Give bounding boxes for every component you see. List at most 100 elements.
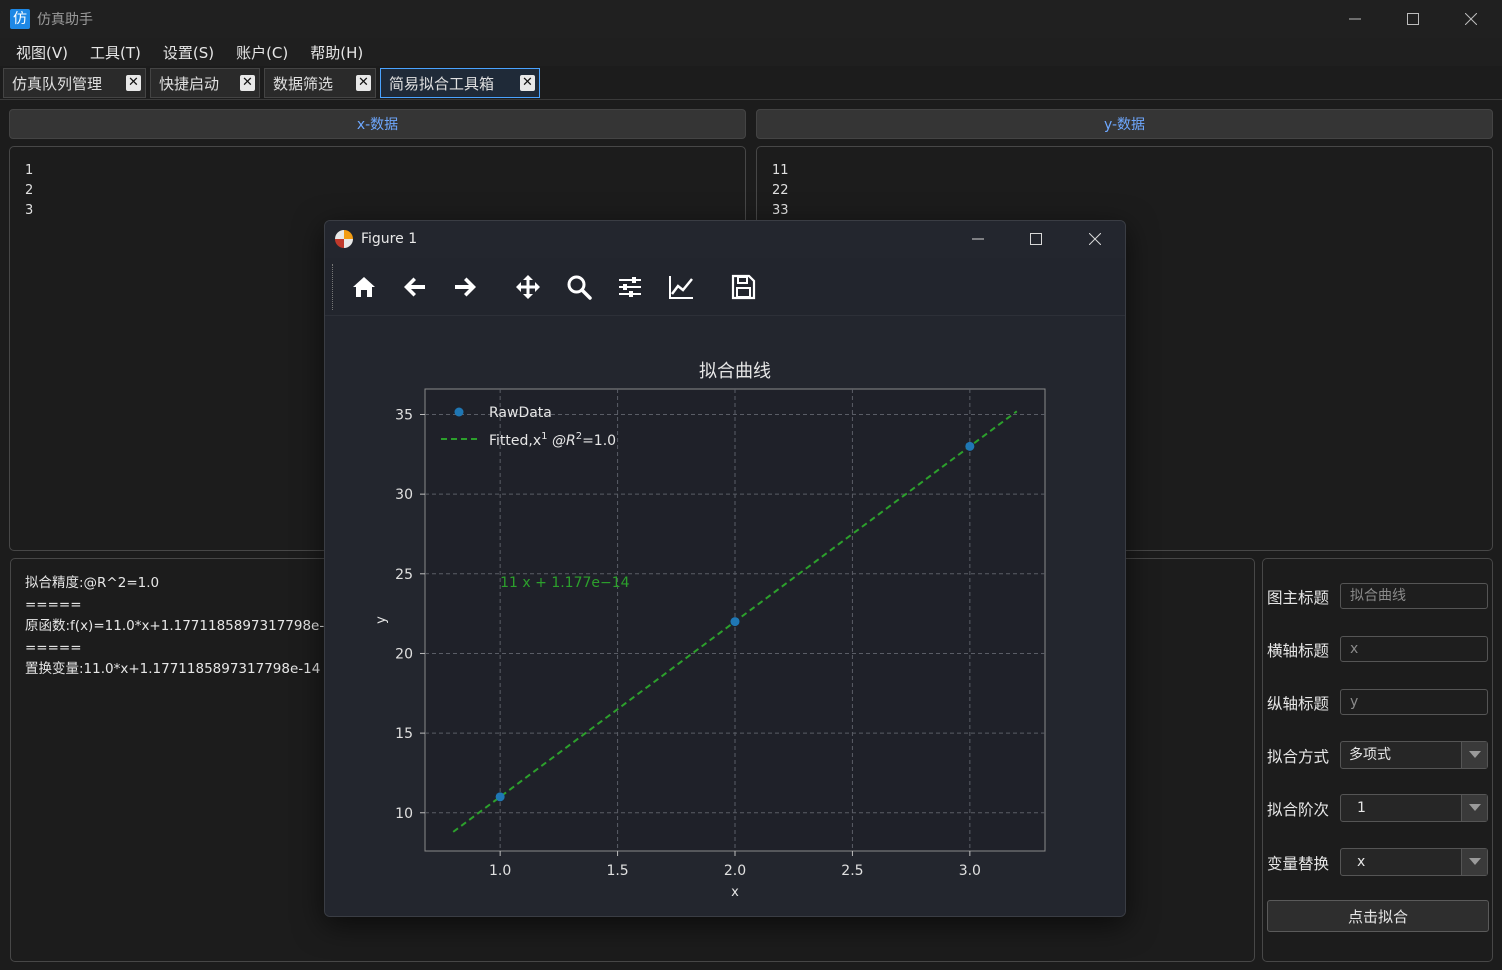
y-value: 22 <box>772 183 789 198</box>
y-tick-label: 30 <box>395 487 413 503</box>
tab-fitting-toolbox[interactable]: 简易拟合工具箱 ✕ <box>380 68 540 98</box>
fit-chart: 拟合曲线 1.0 1.5 2.0 2.5 3.0 10 15 20 25 30 35 11 x + … <box>374 361 1046 900</box>
x-value: 1 <box>25 163 34 178</box>
tab-quick-launch[interactable]: 快捷启动 ✕ <box>150 68 260 98</box>
home-button[interactable] <box>347 270 381 304</box>
figure-title-bar: Figure 1 <box>325 221 1125 257</box>
zoom-button[interactable] <box>562 270 596 304</box>
y-value: 11 <box>772 163 789 178</box>
menu-help[interactable]: 帮助(H) <box>310 42 363 63</box>
edit-axes-button[interactable] <box>664 270 698 304</box>
tab-close-icon[interactable]: ✕ <box>126 75 141 91</box>
x-tick-label: 1.5 <box>606 863 628 879</box>
variable-substitution-select[interactable]: x <box>1340 848 1488 876</box>
x-value: 3 <box>25 203 34 218</box>
figure-close-button[interactable] <box>1066 221 1124 257</box>
fit-order-label: 拟合阶次 <box>1267 801 1330 819</box>
minimize-icon <box>972 238 984 240</box>
fit-method-select[interactable]: 多项式 <box>1340 741 1488 769</box>
chevron-down-icon[interactable] <box>1461 795 1487 821</box>
back-button[interactable] <box>398 270 432 304</box>
menu-bar: 视图(V) 工具(T) 设置(S) 账户(C) 帮助(H) <box>0 38 1502 66</box>
chevron-down-icon[interactable] <box>1461 849 1487 875</box>
y-tick-label: 35 <box>395 407 413 423</box>
x-tick-label: 1.0 <box>489 863 511 879</box>
save-icon <box>731 274 756 300</box>
menu-tools[interactable]: 工具(T) <box>90 42 141 63</box>
y-value: 33 <box>772 203 789 218</box>
app-window: 仿 仿真助手 视图(V) 工具(T) 设置(S) 账户(C) 帮助(H) 仿真队… <box>0 0 1502 970</box>
raw-data-point <box>965 441 975 451</box>
tab-close-icon[interactable]: ✕ <box>240 75 255 91</box>
legend-label-rawdata: RawData <box>489 405 552 421</box>
y-tick-label: 15 <box>395 726 413 742</box>
tab-queue-management[interactable]: 仿真队列管理 ✕ <box>3 68 146 98</box>
maximize-icon <box>1030 233 1042 245</box>
plot-canvas[interactable]: 拟合曲线 1.0 1.5 2.0 2.5 3.0 10 15 20 25 30 35 11 x + … <box>325 317 1125 916</box>
minimize-button[interactable] <box>1326 0 1384 38</box>
forward-button[interactable] <box>448 270 482 304</box>
x-value: 2 <box>25 183 34 198</box>
legend-marker-rawdata <box>454 407 464 417</box>
fit-method-label: 拟合方式 <box>1267 748 1330 766</box>
app-icon: 仿 <box>10 9 30 29</box>
fit-equation-annotation: 11 x + 1.177e−14 <box>500 575 630 591</box>
menu-account[interactable]: 账户(C) <box>236 42 288 63</box>
chart-title-input[interactable]: 拟合曲线 <box>1340 583 1488 609</box>
toolbar-grip[interactable] <box>332 264 333 310</box>
tab-close-icon[interactable]: ✕ <box>520 75 535 91</box>
y-tick-label: 20 <box>395 646 413 662</box>
arrow-left-icon <box>404 277 425 297</box>
minimize-icon <box>1349 18 1361 20</box>
y-axis-label: y <box>374 616 389 624</box>
figure-minimize-button[interactable] <box>949 221 1007 257</box>
y-axis-title-input[interactable]: y <box>1340 689 1488 715</box>
figure-window: Figure 1 拟合曲线 1.0 1.5 2.0 2.5 3.0 10 15 … <box>324 220 1126 917</box>
fit-order-select[interactable]: 1 <box>1340 794 1488 822</box>
maximize-icon <box>1407 13 1419 25</box>
tab-label: 数据筛选 <box>273 74 334 93</box>
move-icon <box>516 275 540 299</box>
tab-label: 简易拟合工具箱 <box>389 74 495 93</box>
legend-fitted-name: Fitted,x <box>489 433 541 449</box>
matplotlib-icon <box>335 230 353 248</box>
x-tick-label: 2.0 <box>724 863 746 879</box>
variable-substitution-value: x <box>1357 854 1366 870</box>
figure-title: Figure 1 <box>361 231 418 247</box>
fit-method-value: 多项式 <box>1349 747 1391 763</box>
maximize-button[interactable] <box>1384 0 1442 38</box>
settings-panel: 图主标题 拟合曲线 横轴标题 x 纵轴标题 y 拟合方式 多项式 拟合阶次 1 … <box>1262 558 1493 962</box>
chart-title-label: 图主标题 <box>1267 589 1330 607</box>
app-title: 仿真助手 <box>37 12 93 28</box>
y-axis-title-label: 纵轴标题 <box>1267 695 1330 713</box>
tab-close-icon[interactable]: ✕ <box>356 75 371 91</box>
fit-button[interactable]: 点击拟合 <box>1267 900 1489 932</box>
raw-data-point <box>730 617 740 627</box>
line-chart-icon <box>669 276 693 299</box>
pan-button[interactable] <box>511 270 545 304</box>
raw-data-point <box>495 792 505 802</box>
configure-subplots-button[interactable] <box>613 270 647 304</box>
tab-data-filter[interactable]: 数据筛选 ✕ <box>264 68 376 98</box>
close-button[interactable] <box>1442 0 1500 38</box>
menu-view[interactable]: 视图(V) <box>16 42 68 63</box>
x-axis-title-label: 横轴标题 <box>1267 642 1330 660</box>
title-bar: 仿 仿真助手 <box>0 0 1502 38</box>
x-axis-label: x <box>731 885 739 900</box>
x-axis-title-input[interactable]: x <box>1340 636 1488 662</box>
variable-substitution-label: 变量替换 <box>1267 855 1330 873</box>
y-data-header[interactable]: y-数据 <box>756 109 1493 139</box>
y-tick-label: 25 <box>395 567 413 583</box>
close-icon <box>1465 13 1477 25</box>
figure-maximize-button[interactable] <box>1007 221 1065 257</box>
close-icon <box>1089 233 1101 245</box>
chevron-down-icon[interactable] <box>1461 742 1487 768</box>
save-figure-button[interactable] <box>726 270 760 304</box>
tab-label: 仿真队列管理 <box>12 74 103 93</box>
arrow-right-icon <box>455 277 476 297</box>
x-data-header[interactable]: x-数据 <box>9 109 746 139</box>
y-tick-label: 10 <box>395 806 413 822</box>
legend-label-fitted: Fitted,x1 @R2=1.0 <box>489 431 616 449</box>
legend-fitted-r: @R <box>548 433 576 449</box>
menu-settings[interactable]: 设置(S) <box>163 42 214 63</box>
